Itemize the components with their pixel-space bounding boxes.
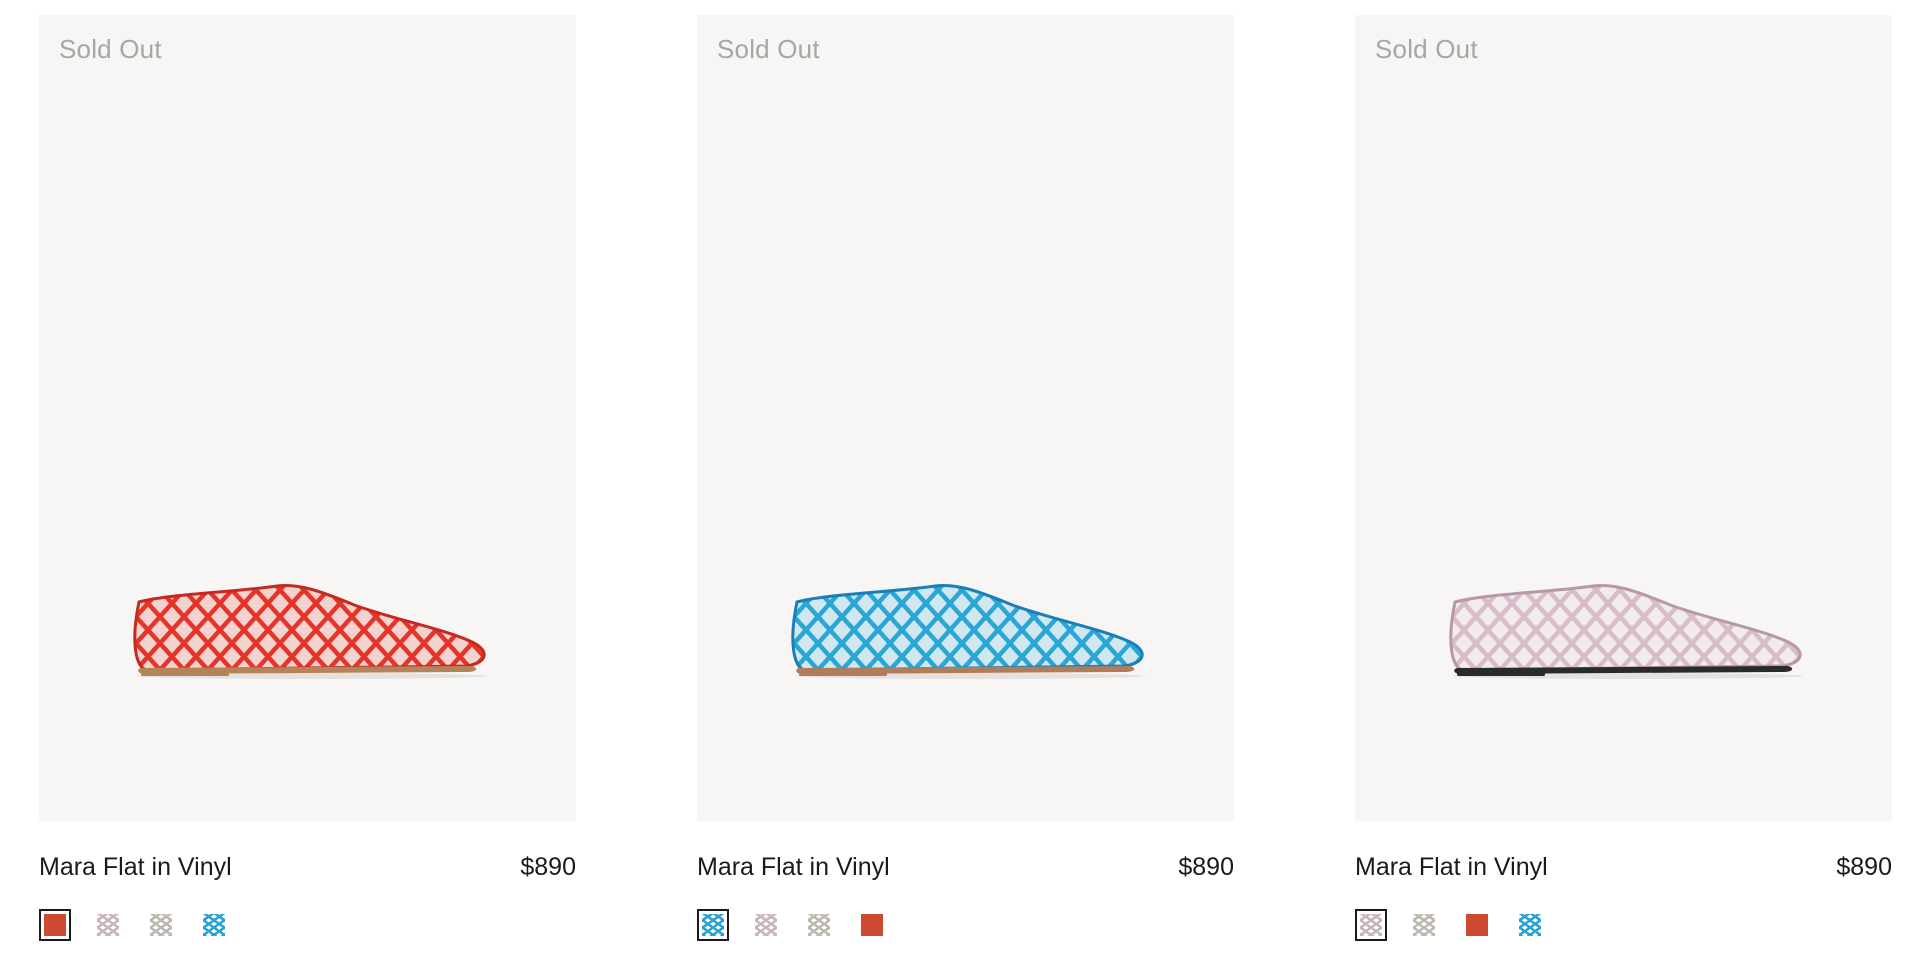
product-price: $890: [520, 852, 576, 881]
color-swatch-clear[interactable]: [803, 909, 835, 941]
sold-out-badge: Sold Out: [1375, 34, 1478, 64]
color-swatches: [697, 909, 1234, 941]
sold-out-badge: Sold Out: [717, 34, 820, 64]
color-swatch-blue[interactable]: [697, 909, 729, 941]
color-swatch-red[interactable]: [1461, 909, 1493, 941]
product-meta: Mara Flat in Vinyl $890: [1355, 852, 1892, 882]
shoe-image: [791, 584, 1145, 679]
color-swatch-pink[interactable]: [1355, 909, 1387, 941]
swatch-pattern: [808, 914, 830, 936]
product-meta: Mara Flat in Vinyl $890: [697, 852, 1234, 882]
swatch-pattern: [1519, 914, 1541, 936]
color-swatches: [1355, 909, 1892, 941]
product-card: Sold Out Mara Flat in Vinyl $890: [697, 15, 1234, 941]
color-swatches: [39, 909, 576, 941]
product-image[interactable]: Sold Out: [39, 15, 576, 821]
shoe-image: [133, 584, 487, 679]
shoe-heel: [799, 670, 887, 676]
swatch-pattern: [702, 914, 724, 936]
shoe-heel: [1457, 670, 1545, 676]
swatch-pattern: [97, 914, 119, 936]
swatch-pattern: [1466, 914, 1488, 936]
product-grid: Sold Out Mara Flat in Vinyl $890 Sold Ou…: [39, 15, 1892, 941]
shoe-heel: [141, 670, 229, 676]
swatch-pattern: [203, 914, 225, 936]
color-swatch-red[interactable]: [856, 909, 888, 941]
swatch-pattern: [44, 914, 66, 936]
color-swatch-clear[interactable]: [145, 909, 177, 941]
color-swatch-blue[interactable]: [198, 909, 230, 941]
swatch-pattern: [861, 914, 883, 936]
color-swatch-pink[interactable]: [750, 909, 782, 941]
product-price: $890: [1836, 852, 1892, 881]
sold-out-badge: Sold Out: [59, 34, 162, 64]
swatch-pattern: [1413, 914, 1435, 936]
product-image[interactable]: Sold Out: [697, 15, 1234, 821]
color-swatch-pink[interactable]: [92, 909, 124, 941]
color-swatch-blue[interactable]: [1514, 909, 1546, 941]
product-price: $890: [1178, 852, 1234, 881]
swatch-pattern: [150, 914, 172, 936]
product-card: Sold Out Mara Flat in Vinyl $890: [39, 15, 576, 941]
product-card: Sold Out Mara Flat in Vinyl $890: [1355, 15, 1892, 941]
product-name[interactable]: Mara Flat in Vinyl: [39, 853, 232, 882]
color-swatch-clear[interactable]: [1408, 909, 1440, 941]
shoe-image: [1449, 584, 1803, 679]
product-name[interactable]: Mara Flat in Vinyl: [1355, 853, 1548, 882]
swatch-pattern: [755, 914, 777, 936]
color-swatch-red[interactable]: [39, 909, 71, 941]
product-image[interactable]: Sold Out: [1355, 15, 1892, 821]
product-meta: Mara Flat in Vinyl $890: [39, 852, 576, 882]
swatch-pattern: [1360, 914, 1382, 936]
product-name[interactable]: Mara Flat in Vinyl: [697, 853, 890, 882]
